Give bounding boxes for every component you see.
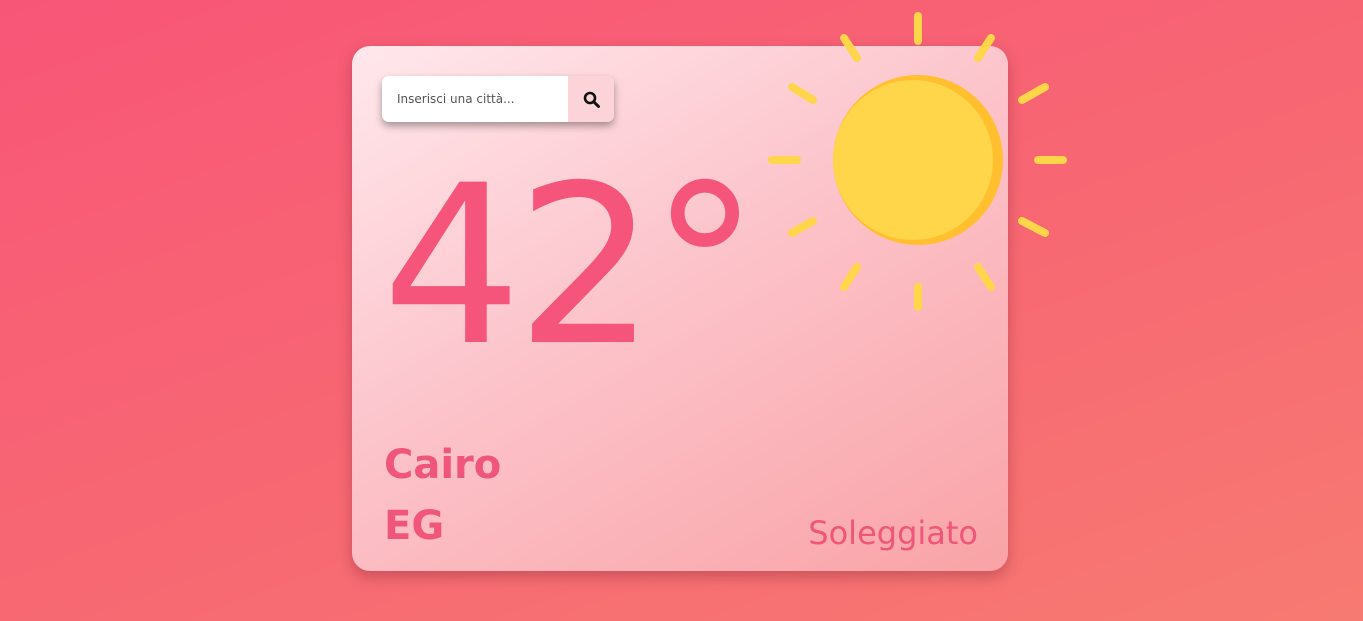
weather-condition: Soleggiato: [808, 514, 978, 552]
temperature-value: 42°: [382, 138, 760, 394]
search-button[interactable]: [568, 76, 614, 122]
search-bar: [382, 76, 614, 122]
city-search-input[interactable]: [382, 76, 568, 122]
search-icon: [583, 91, 600, 108]
city-name: Cairo: [384, 442, 502, 488]
country-code: EG: [384, 503, 445, 549]
sun-icon: [768, 12, 1067, 311]
